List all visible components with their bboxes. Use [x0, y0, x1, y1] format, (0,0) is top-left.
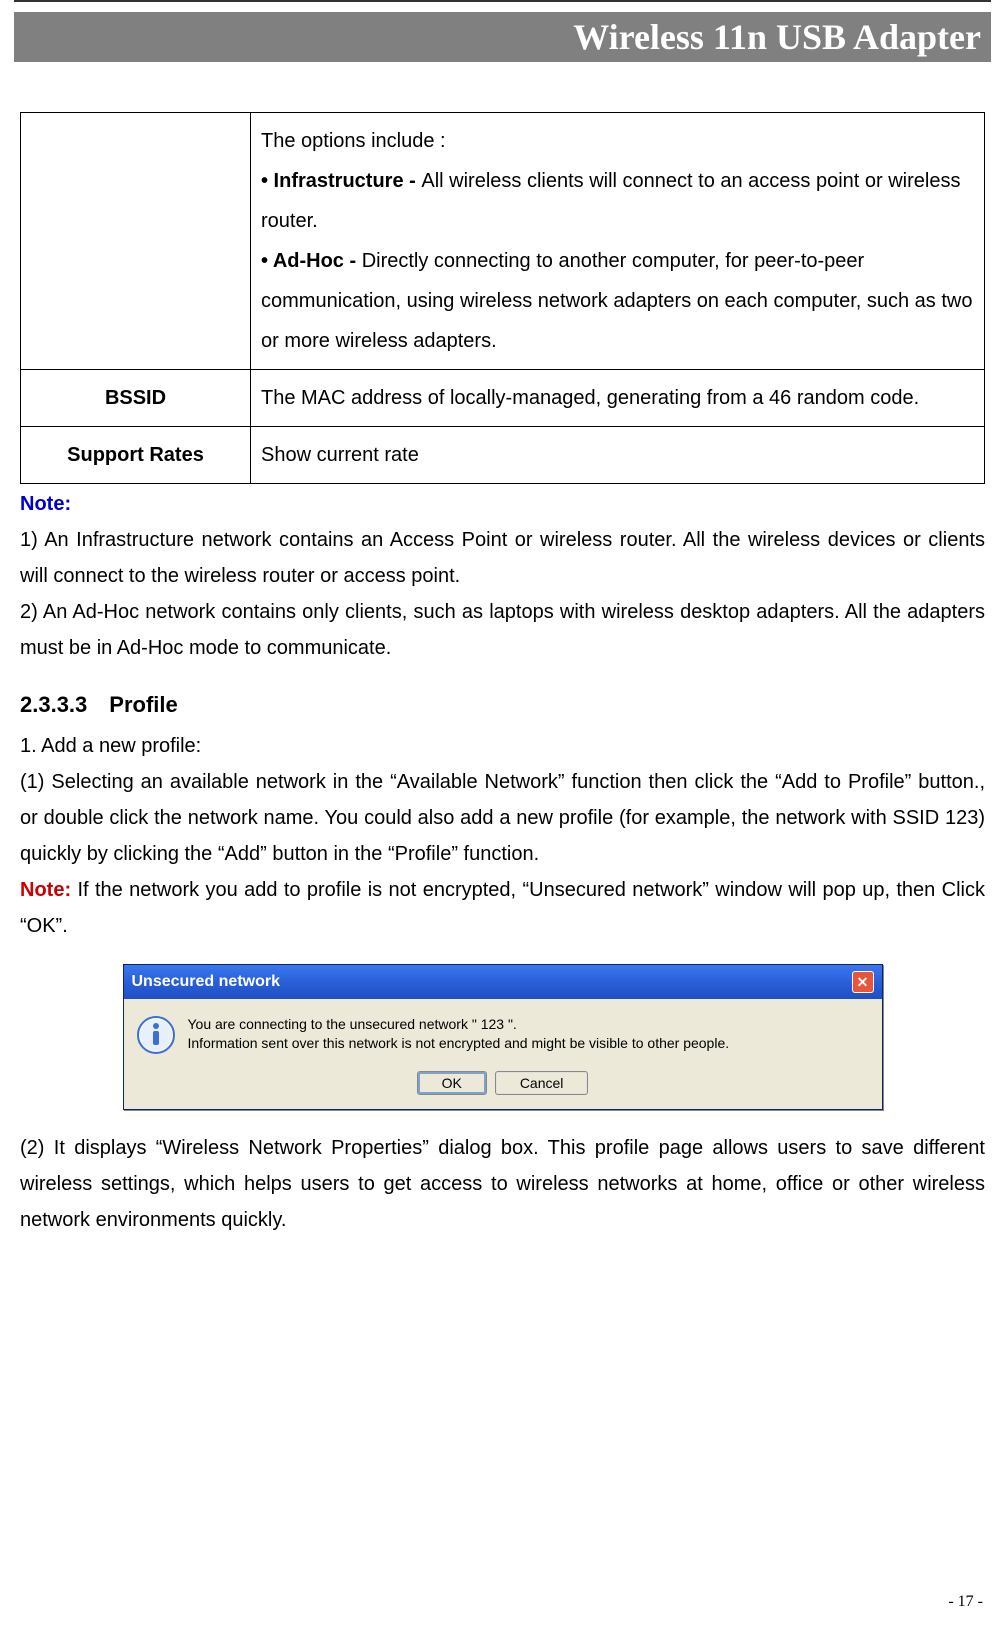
- dialog-msg-line2: Information sent over this network is no…: [188, 1035, 730, 1051]
- support-rates-desc: Show current rate: [251, 427, 985, 484]
- dialog-titlebar: Unsecured network ✕: [124, 965, 882, 999]
- dialog-title-text: Unsecured network: [132, 973, 280, 991]
- note-item-2: 2) An Ad-Hoc network contains only clien…: [20, 594, 985, 666]
- bssid-label: BSSID: [21, 370, 251, 427]
- support-rates-label: Support Rates: [21, 427, 251, 484]
- section-heading-profile: 2.3.3.3 Profile: [20, 692, 985, 718]
- dialog-message: You are connecting to the unsecured netw…: [188, 1015, 730, 1053]
- note2-label: Note:: [20, 879, 71, 901]
- cancel-button[interactable]: Cancel: [495, 1071, 589, 1095]
- note2-text: If the network you add to profile is not…: [20, 879, 985, 937]
- infrastructure-label: • Infrastructure -: [261, 170, 421, 192]
- page-header-title: Wireless 11n USB Adapter: [14, 12, 991, 62]
- note-label: Note:: [20, 493, 71, 515]
- close-icon: ✕: [857, 974, 869, 991]
- info-icon: [136, 1015, 176, 1055]
- unsecured-network-dialog: Unsecured network ✕ You are connecting t…: [123, 964, 883, 1110]
- profile-line-1: 1. Add a new profile:: [20, 728, 985, 764]
- properties-table: The options include : • Infrastructure -…: [20, 112, 985, 484]
- table-row: Support Rates Show current rate: [21, 427, 985, 484]
- dialog-msg-line1: You are connecting to the unsecured netw…: [188, 1016, 517, 1032]
- ok-button[interactable]: OK: [417, 1071, 487, 1095]
- adhoc-desc: Directly connecting to another computer,…: [261, 250, 972, 352]
- bssid-desc: The MAC address of locally-managed, gene…: [251, 370, 985, 427]
- row-content: The options include : • Infrastructure -…: [251, 113, 985, 370]
- note-item-1: 1) An Infrastructure network contains an…: [20, 522, 985, 594]
- profile-line-2: (1) Selecting an available network in th…: [20, 764, 985, 872]
- table-row: BSSID The MAC address of locally-managed…: [21, 370, 985, 427]
- table-row: The options include : • Infrastructure -…: [21, 113, 985, 370]
- profile-line-3: (2) It displays “Wireless Network Proper…: [20, 1130, 985, 1238]
- row-label: [21, 113, 251, 370]
- adhoc-label: • Ad-Hoc -: [261, 250, 362, 272]
- options-include-text: The options include :: [261, 130, 446, 152]
- close-button[interactable]: ✕: [852, 971, 874, 993]
- page-number: - 17 -: [948, 1593, 983, 1611]
